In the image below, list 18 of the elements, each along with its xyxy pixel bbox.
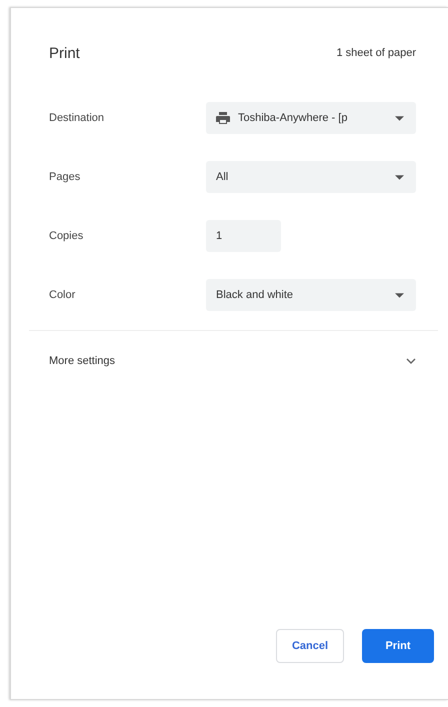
- setting-label: Destination: [49, 112, 106, 124]
- setting-label: Color: [49, 289, 76, 301]
- sheet-count: 1 sheet of paper: [336, 47, 416, 59]
- print-button[interactable]: Print: [362, 629, 434, 663]
- setting-label: Pages: [49, 171, 82, 183]
- caret-icon: [395, 292, 404, 298]
- copies-field[interactable]: 1: [206, 220, 281, 252]
- dropdown[interactable]: Black and white: [206, 279, 416, 311]
- setting-label: Copies: [49, 230, 84, 242]
- printer-icon: [216, 112, 230, 124]
- dropdown[interactable]: All: [206, 161, 416, 193]
- more-settings-toggle[interactable]: More settings: [11, 331, 448, 391]
- dropdown[interactable]: Toshiba-Anywhere - [p: [206, 102, 416, 134]
- caret-icon: [395, 116, 404, 120]
- caret-icon: [395, 174, 404, 180]
- chevron-icon: [406, 358, 416, 364]
- dialog-title: Print: [49, 44, 80, 62]
- cancel-button[interactable]: Cancel: [276, 629, 344, 663]
